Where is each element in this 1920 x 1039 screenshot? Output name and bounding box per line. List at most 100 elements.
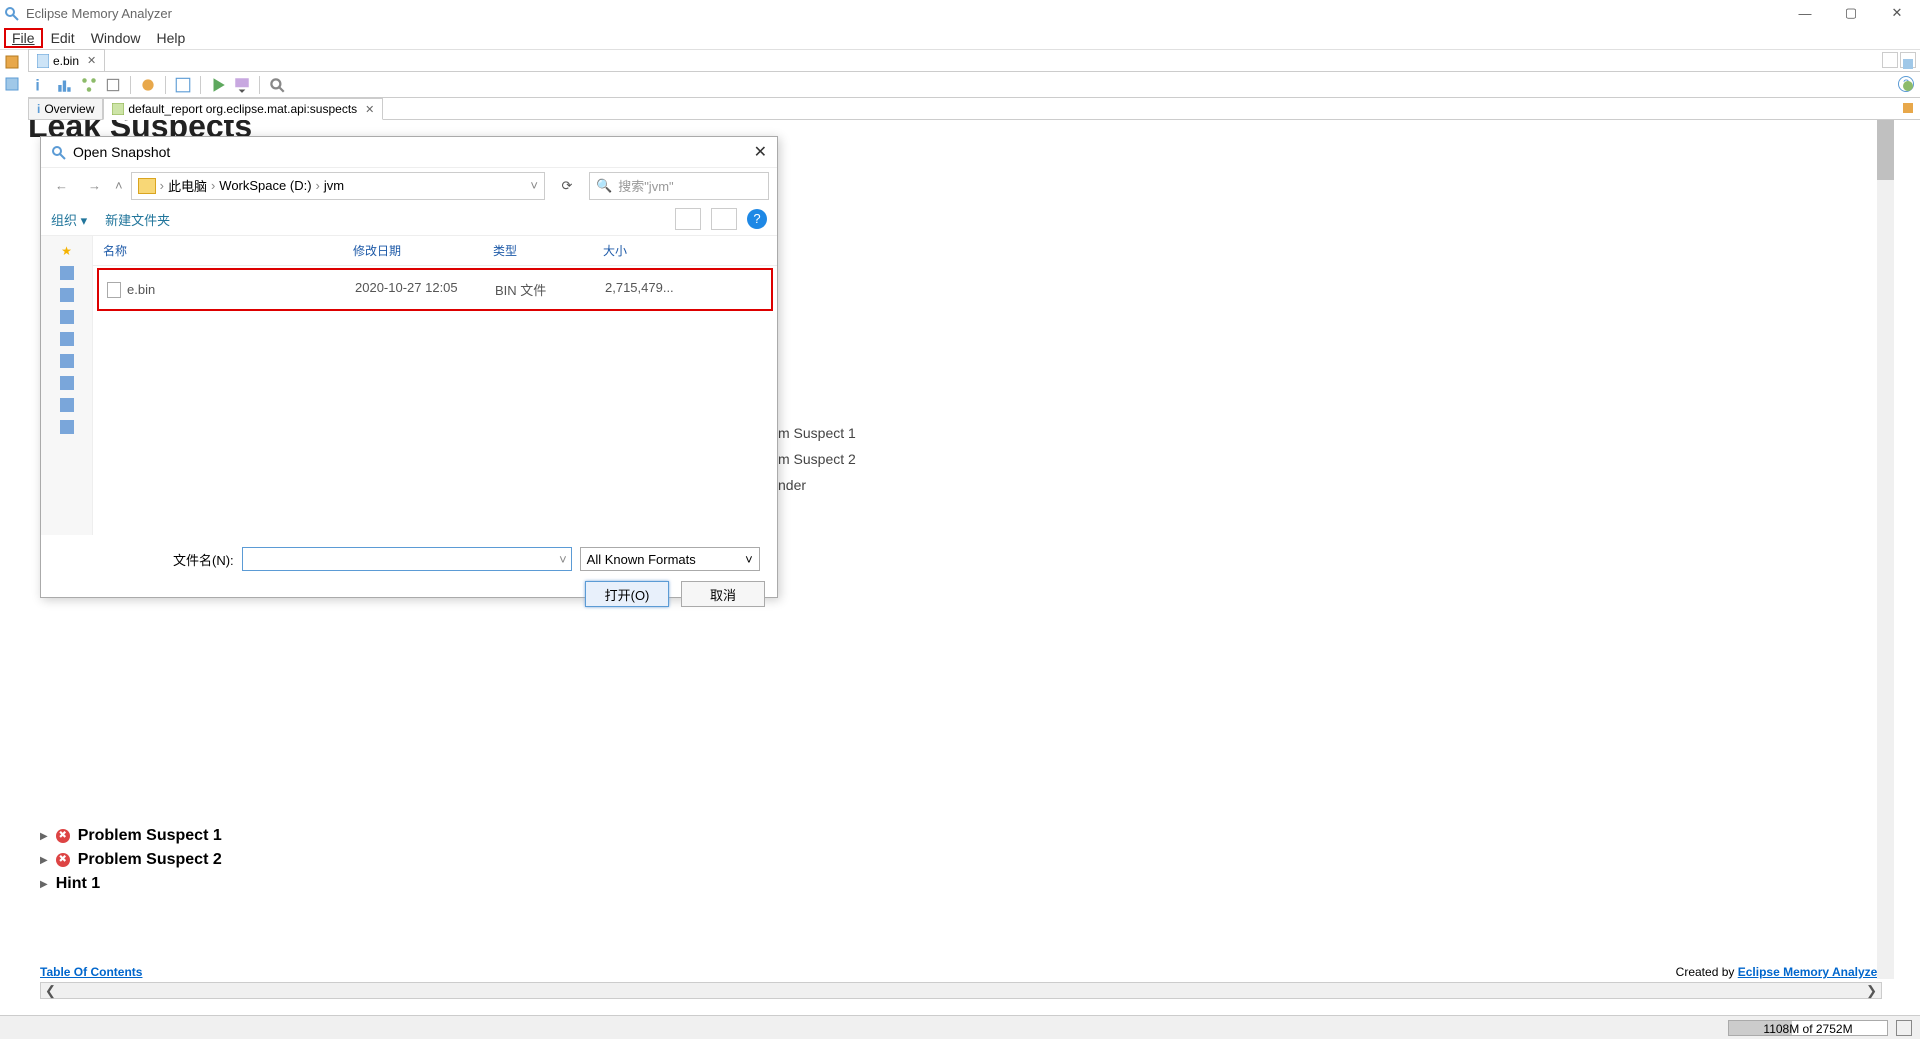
dominator-icon[interactable]: [104, 76, 122, 94]
dialog-help-icon[interactable]: ?: [747, 209, 767, 229]
created-prefix: Created by: [1676, 965, 1738, 979]
nav-back-button[interactable]: ←: [49, 178, 74, 193]
vertical-scrollbar[interactable]: [1877, 120, 1894, 979]
minimize-button[interactable]: —: [1782, 0, 1828, 26]
cancel-button[interactable]: 取消: [681, 581, 765, 607]
menu-file[interactable]: File: [4, 28, 43, 48]
file-row[interactable]: e.bin 2020-10-27 12:05 BIN 文件 2,715,479.…: [99, 270, 771, 309]
content-footer: Table Of Contents Created by Eclipse Mem…: [40, 965, 1882, 979]
filter-label: All Known Formats: [587, 552, 696, 567]
menu-bar: File Edit Window Help: [0, 26, 1920, 50]
view-mode-button[interactable]: [675, 208, 701, 230]
sidebar-folder-icon[interactable]: [60, 332, 74, 346]
horizontal-scrollbar[interactable]: ❮ ❯: [40, 982, 1882, 999]
breadcrumb-seg[interactable]: jvm: [324, 178, 344, 193]
expand-icon[interactable]: ▶: [40, 831, 48, 842]
heap-meter[interactable]: 1108M of 2752M: [1728, 1020, 1888, 1036]
scroll-left-icon[interactable]: ❮: [41, 983, 60, 999]
subtab-label: default_report org.eclipse.mat.api:suspe…: [128, 102, 357, 116]
outline-icon[interactable]: [1900, 56, 1916, 72]
histogram-icon[interactable]: [56, 76, 74, 94]
file-icon: [37, 54, 49, 68]
breadcrumb[interactable]: › 此电脑 › WorkSpace (D:) › jvm ˅: [131, 172, 545, 200]
scroll-thumb[interactable]: [1877, 120, 1894, 180]
organize-dropdown[interactable]: 组织 ▾: [51, 210, 87, 229]
editor-tabs: e.bin ✕: [28, 50, 1920, 72]
strip-icon-2[interactable]: [4, 76, 20, 92]
refresh-button[interactable]: ⟳: [553, 178, 581, 194]
preview-pane-button[interactable]: [711, 208, 737, 230]
inspector-icon[interactable]: [1900, 78, 1916, 94]
folder-icon: [138, 178, 156, 194]
header-name[interactable]: 名称: [103, 242, 353, 259]
sidebar-folder-icon[interactable]: [60, 376, 74, 390]
dialog-sidebar: ★: [41, 236, 93, 535]
editor-tab-ebin[interactable]: e.bin ✕: [28, 49, 105, 71]
suspects-tree: ▶ ✖ Problem Suspect 1 ▶ ✖ Problem Suspec…: [40, 821, 222, 899]
app-title: Eclipse Memory Analyzer: [26, 6, 172, 21]
subtab-overview[interactable]: i Overview: [28, 98, 103, 120]
breadcrumb-sep: ›: [209, 178, 217, 193]
svg-text:i: i: [35, 77, 39, 93]
breadcrumb-seg[interactable]: WorkSpace (D:): [219, 178, 311, 193]
open-button[interactable]: 打开(O): [585, 581, 669, 607]
breadcrumb-dropdown-icon[interactable]: ˅: [530, 178, 538, 193]
title-bar: Eclipse Memory Analyzer: [0, 0, 1920, 26]
created-link[interactable]: Eclipse Memory Analyzer: [1738, 965, 1882, 979]
tree-label: Hint 1: [56, 875, 100, 893]
bg-line: nder: [778, 472, 856, 498]
tree-icon[interactable]: [80, 76, 98, 94]
new-folder-button[interactable]: 新建文件夹: [105, 210, 170, 229]
subtab-close-icon[interactable]: ✕: [365, 103, 374, 116]
header-date[interactable]: 修改日期: [353, 242, 493, 259]
sidebar-folder-icon[interactable]: [60, 354, 74, 368]
nav-forward-button[interactable]: →: [82, 178, 107, 193]
info-icon[interactable]: i: [32, 76, 50, 94]
created-by: Created by Eclipse Memory Analyzer: [1676, 965, 1882, 979]
dialog-close-button[interactable]: ✕: [754, 142, 767, 162]
oql-icon[interactable]: [139, 76, 157, 94]
search-icon[interactable]: [268, 76, 286, 94]
sidebar-folder-icon[interactable]: [60, 420, 74, 434]
sidebar-folder-icon[interactable]: [60, 288, 74, 302]
sidebar-folder-icon[interactable]: [60, 398, 74, 412]
expand-icon[interactable]: ▶: [40, 879, 48, 890]
menu-edit[interactable]: Edit: [43, 28, 83, 48]
run-icon[interactable]: [209, 76, 227, 94]
toc-link[interactable]: Table Of Contents: [40, 965, 142, 979]
menu-window[interactable]: Window: [83, 28, 149, 48]
breadcrumb-seg[interactable]: 此电脑: [168, 176, 207, 195]
quick-access-icon[interactable]: ★: [60, 244, 74, 258]
filename-input[interactable]: ˅: [242, 547, 572, 571]
menu-help[interactable]: Help: [148, 28, 193, 48]
error-badge-icon: ✖: [56, 829, 70, 843]
nav-up-button[interactable]: ˄: [115, 178, 123, 193]
filetype-filter[interactable]: All Known Formats ˅: [580, 547, 760, 571]
maximize-button[interactable]: ▢: [1828, 0, 1874, 26]
gc-button[interactable]: [1896, 1020, 1912, 1036]
dialog-nav: ← → ˄ › 此电脑 › WorkSpace (D:) › jvm ˅ ⟳ 🔍…: [41, 167, 777, 203]
close-button[interactable]: ✕: [1874, 0, 1920, 26]
header-type[interactable]: 类型: [493, 242, 603, 259]
thread-icon[interactable]: [174, 76, 192, 94]
notes-icon[interactable]: [1900, 100, 1916, 116]
expand-icon[interactable]: ▶: [40, 855, 48, 866]
subtab-report[interactable]: default_report org.eclipse.mat.api:suspe…: [103, 98, 383, 120]
tree-row-suspect1[interactable]: ▶ ✖ Problem Suspect 1: [40, 827, 222, 845]
header-size[interactable]: 大小: [603, 242, 693, 259]
breadcrumb-sep: ›: [314, 178, 322, 193]
heap-text: 1108M of 2752M: [1729, 1021, 1887, 1037]
scroll-right-icon[interactable]: ❯: [1862, 983, 1881, 999]
tree-row-hint1[interactable]: ▶ Hint 1: [40, 875, 222, 893]
status-bar: 1108M of 2752M: [0, 1015, 1920, 1039]
tree-row-suspect2[interactable]: ▶ ✖ Problem Suspect 2: [40, 851, 222, 869]
dialog-bottom: 文件名(N): ˅ All Known Formats ˅ 打开(O) 取消: [41, 535, 777, 619]
tab-close-icon[interactable]: ✕: [87, 54, 96, 67]
bg-line: m Suspect 2: [778, 446, 856, 472]
search-icon: 🔍: [596, 178, 612, 194]
dialog-search[interactable]: 🔍 搜索"jvm": [589, 172, 769, 200]
query-dropdown-icon[interactable]: [233, 76, 251, 94]
strip-icon-1[interactable]: [4, 54, 20, 70]
sidebar-folder-icon[interactable]: [60, 266, 74, 280]
sidebar-folder-icon[interactable]: [60, 310, 74, 324]
